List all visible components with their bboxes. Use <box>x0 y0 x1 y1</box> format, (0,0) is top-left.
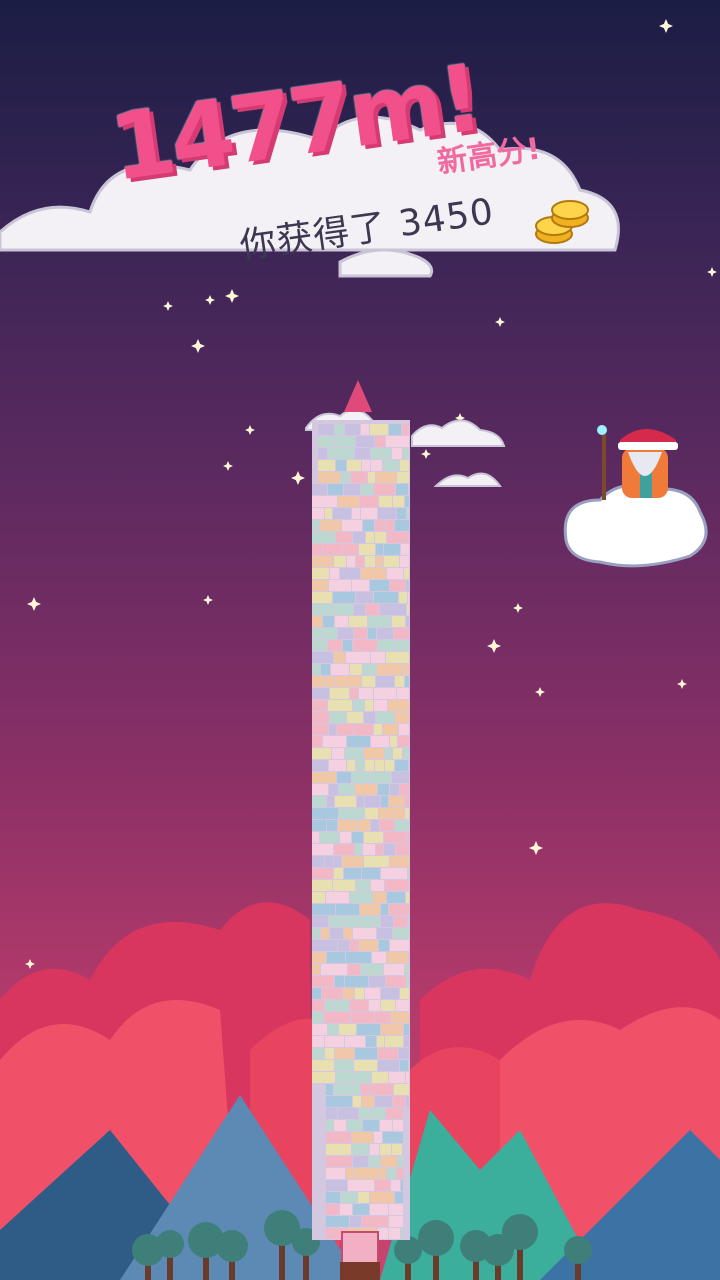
star <box>191 339 205 353</box>
star <box>529 841 543 855</box>
star <box>535 687 545 697</box>
tree <box>418 1220 454 1256</box>
star <box>513 603 523 613</box>
star <box>225 289 239 303</box>
pink-spire <box>344 380 372 412</box>
game-scene <box>0 19 720 1280</box>
star <box>245 425 255 435</box>
star <box>487 639 501 653</box>
star <box>205 295 215 305</box>
star <box>707 267 717 277</box>
tree <box>502 1214 538 1250</box>
star <box>163 301 173 311</box>
star <box>495 317 505 327</box>
star <box>25 959 35 969</box>
star <box>291 471 305 485</box>
tree <box>564 1236 592 1264</box>
tree <box>156 1230 184 1258</box>
star <box>421 449 431 459</box>
tower <box>312 380 410 1280</box>
star <box>223 461 233 471</box>
star <box>27 597 41 611</box>
star <box>659 19 673 33</box>
wizard-on-cloud <box>563 425 708 568</box>
star <box>203 595 213 605</box>
gold-coin-stack-icon <box>535 200 589 244</box>
star <box>677 679 687 689</box>
tree <box>394 1236 422 1264</box>
tree <box>216 1230 248 1262</box>
